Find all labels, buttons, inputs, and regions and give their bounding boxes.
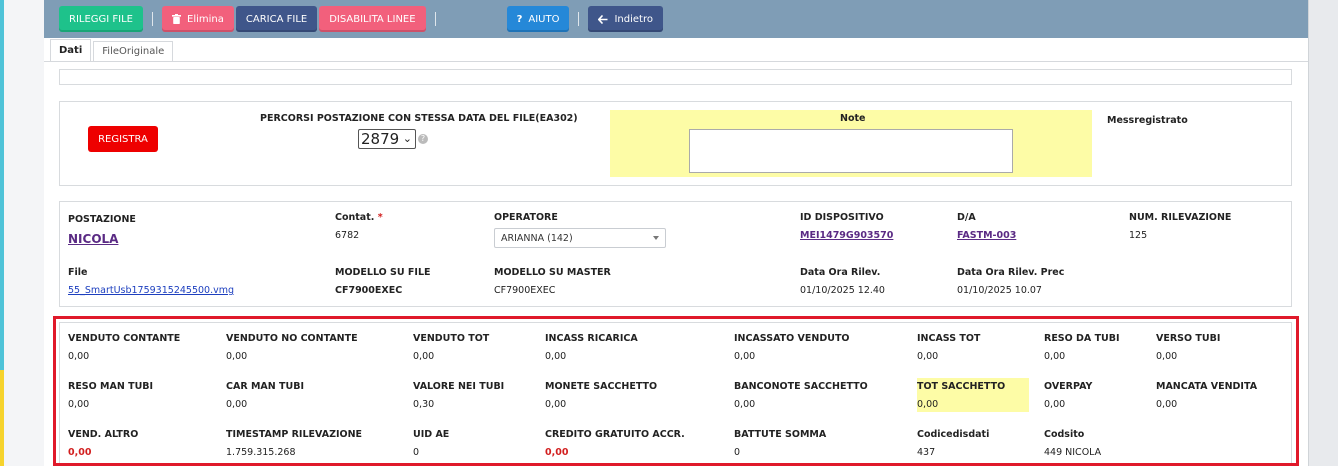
left-edge-accent xyxy=(0,370,4,466)
trash-icon xyxy=(172,14,182,24)
highlight-frame xyxy=(53,316,1299,466)
data-ora-prec-label: Data Ora Rilev. Prec xyxy=(957,267,1065,278)
file-link[interactable]: 55_SmartUsb1759315245500.vmg xyxy=(68,285,234,296)
aiuto-label: AIUTO xyxy=(528,13,560,25)
carica-file-button[interactable]: CARICA FILE xyxy=(235,6,318,32)
operatore-select[interactable]: ARIANNA (142) xyxy=(494,228,666,248)
required-marker: * xyxy=(377,212,383,223)
top-panel: REGISTRA PERCORSI POSTAZIONE CON STESSA … xyxy=(59,101,1292,186)
indietro-button[interactable]: Indietro xyxy=(588,6,663,32)
empty-bar xyxy=(59,69,1292,85)
operatore-label: OPERATORE xyxy=(494,212,558,223)
chevron-down-icon: ⌄ xyxy=(402,132,412,145)
postazione-link[interactable]: NICOLA xyxy=(68,232,118,246)
disabilita-linee-label: DISABILITA LINEE xyxy=(329,13,416,25)
indietro-label: Indietro xyxy=(614,13,653,25)
info-panel: POSTAZIONE NICOLA Contat. * 6782 OPERATO… xyxy=(59,201,1292,307)
data-ora-label: Data Ora Rilev. xyxy=(800,267,881,278)
aiuto-button[interactable]: ? AIUTO xyxy=(506,6,570,32)
note-label: Note xyxy=(840,113,866,124)
elimina-button[interactable]: Elimina xyxy=(162,6,234,32)
tab-fileoriginale[interactable]: FileOriginale xyxy=(93,41,174,61)
registra-button[interactable]: REGISTRA xyxy=(88,126,158,152)
id-dispositivo-link[interactable]: MEI1479G903570 xyxy=(800,230,893,241)
question-icon: ? xyxy=(516,13,523,25)
data-ora-prec-value: 01/10/2025 10.07 xyxy=(957,285,1042,296)
contat-value: 6782 xyxy=(335,230,360,241)
note-textarea[interactable] xyxy=(689,129,1013,173)
modello-file-value: CF7900EXEC xyxy=(335,285,403,296)
data-ora-value: 01/10/2025 12.40 xyxy=(800,285,885,296)
da-link[interactable]: FASTM-003 xyxy=(957,230,1016,241)
toolbar-separator xyxy=(152,12,154,26)
num-rilevazione-value: 125 xyxy=(1129,230,1148,241)
modello-file-label: MODELLO SU FILE xyxy=(335,267,431,278)
postazione-label: POSTAZIONE xyxy=(68,214,136,225)
rileggi-file-label: RILEGGI FILE xyxy=(69,13,134,25)
file-label: File xyxy=(68,267,88,278)
help-icon[interactable]: ? xyxy=(418,134,428,144)
id-dispositivo-label: ID DISPOSITIVO xyxy=(800,212,884,223)
caret-down-icon xyxy=(653,236,659,240)
tab-dati[interactable]: Dati xyxy=(50,39,92,61)
note-section: Note xyxy=(610,110,1092,177)
contat-label-text: Contat. xyxy=(335,212,375,223)
num-rilevazione-label: NUM. RILEVAZIONE xyxy=(1129,212,1232,223)
tab-bar: Dati FileOriginale xyxy=(44,38,1308,62)
toolbar-separator xyxy=(578,12,580,26)
modello-master-value: CF7900EXEC xyxy=(494,285,556,296)
contat-label: Contat. * xyxy=(335,212,383,223)
modello-master-label: MODELLO SU MASTER xyxy=(494,267,611,278)
da-label: D/A xyxy=(957,212,976,223)
toolbar-separator xyxy=(434,12,436,26)
disabilita-linee-button[interactable]: DISABILITA LINEE xyxy=(319,6,426,32)
elimina-label: Elimina xyxy=(187,13,224,25)
percorsi-select-value: 2879 xyxy=(361,130,400,148)
toolbar: RILEGGI FILE Elimina CARICA FILE DISABIL… xyxy=(44,0,1308,38)
percorsi-select[interactable]: 2879 ⌄ xyxy=(358,129,416,149)
percorsi-label: PERCORSI POSTAZIONE CON STESSA DATA DEL … xyxy=(260,113,578,124)
operatore-select-value: ARIANNA (142) xyxy=(501,232,573,244)
main-frame: RILEGGI FILE Elimina CARICA FILE DISABIL… xyxy=(44,0,1308,466)
messregistrato-label: Messregistrato xyxy=(1107,115,1188,126)
carica-file-label: CARICA FILE xyxy=(245,13,308,25)
arrow-left-icon xyxy=(598,14,608,24)
rileggi-file-button[interactable]: RILEGGI FILE xyxy=(59,6,144,32)
right-scroll-area xyxy=(1308,0,1338,466)
